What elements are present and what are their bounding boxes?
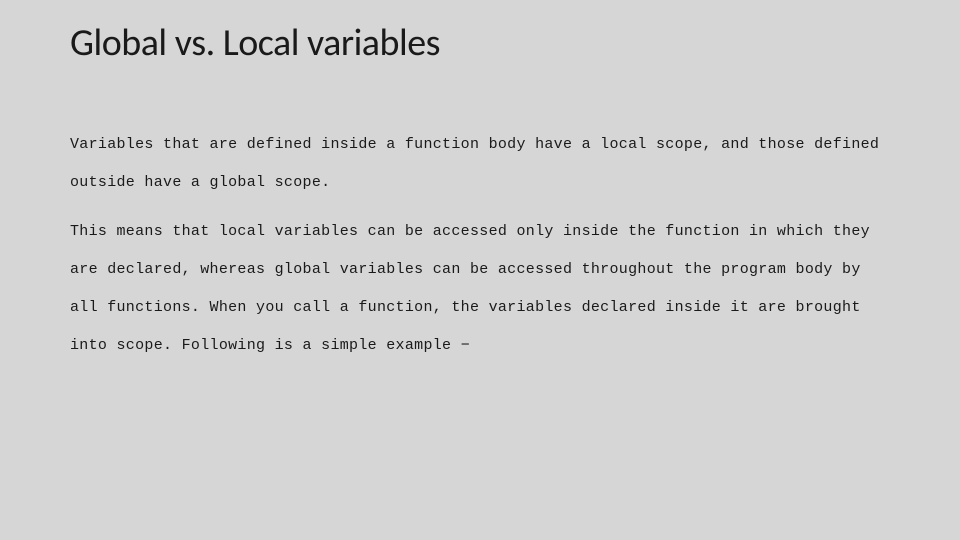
slide-title: Global vs. Local variables	[70, 20, 890, 66]
paragraph-1: Variables that are defined inside a func…	[70, 126, 890, 203]
slide-body: Variables that are defined inside a func…	[70, 126, 890, 366]
slide: Global vs. Local variables Variables tha…	[0, 0, 960, 540]
paragraph-2: This means that local variables can be a…	[70, 213, 890, 366]
